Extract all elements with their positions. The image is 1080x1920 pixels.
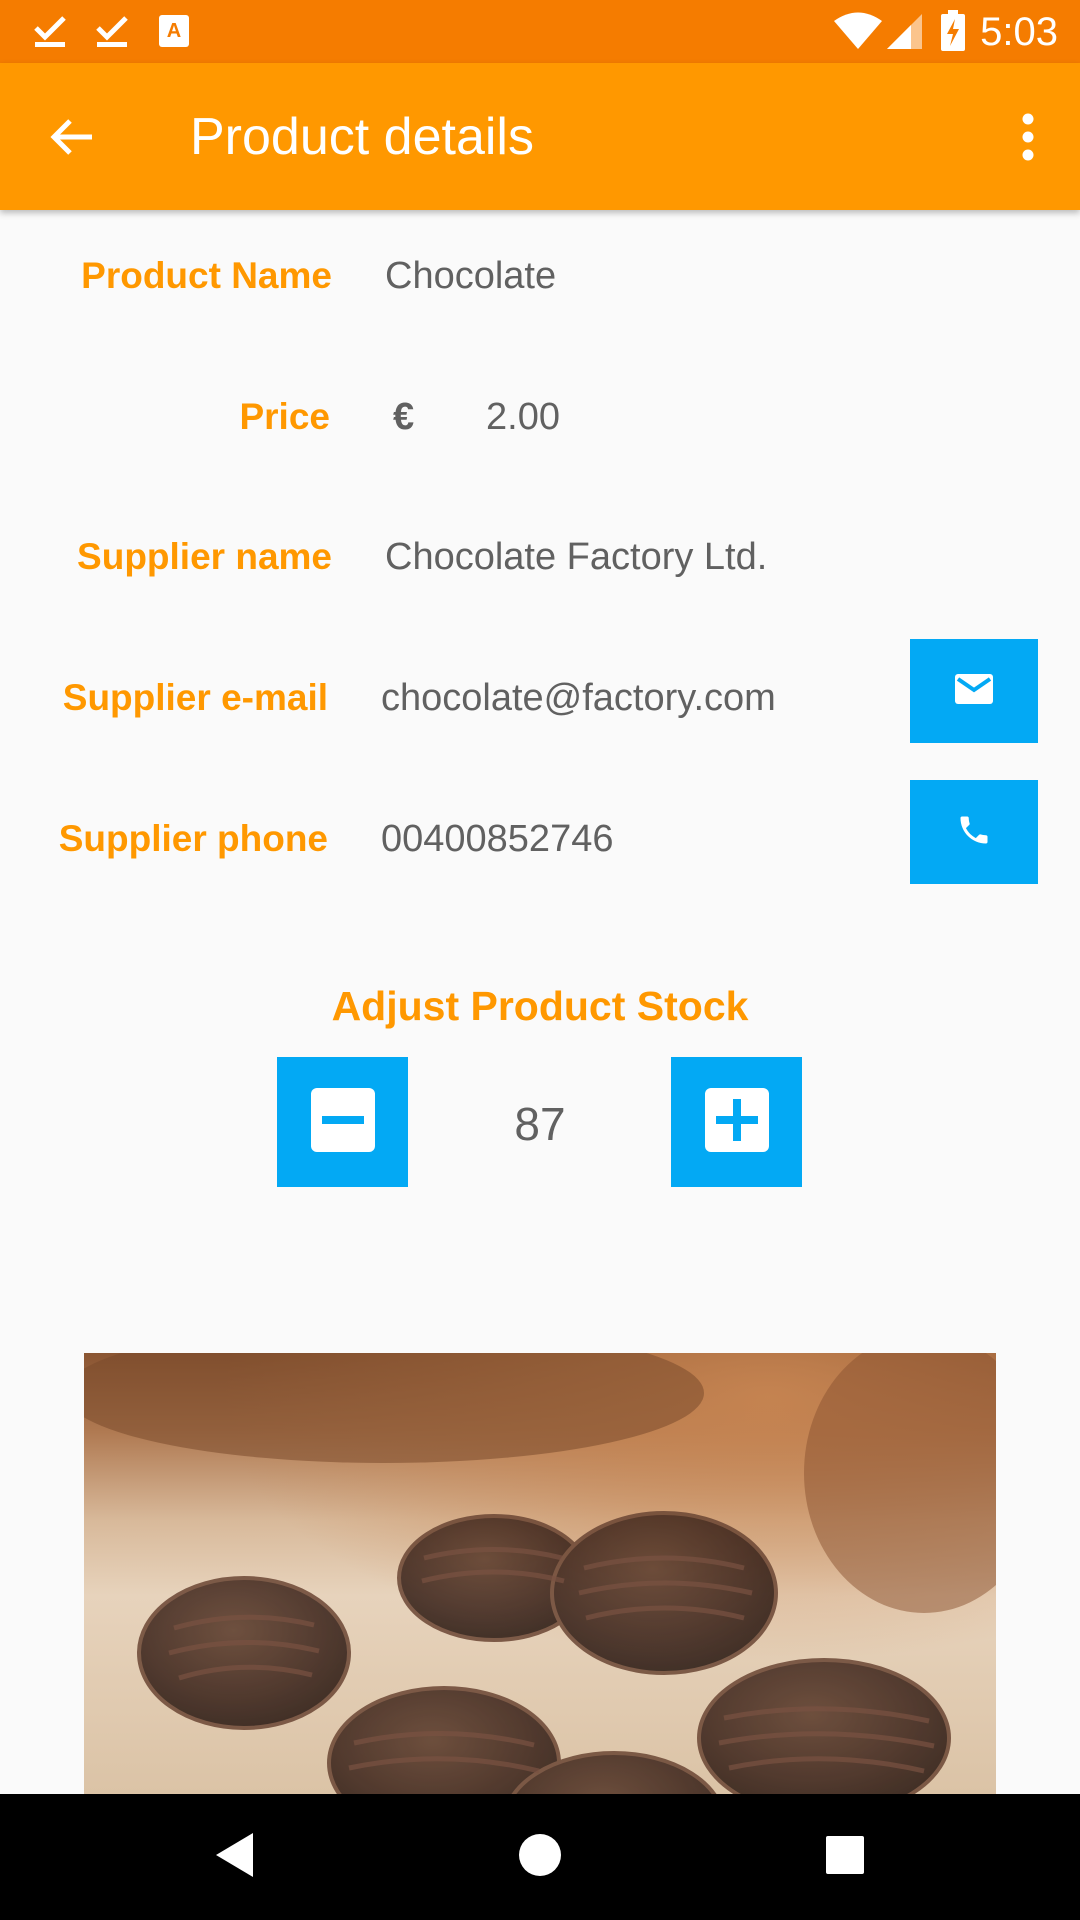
product-name-value: Chocolate <box>385 255 557 297</box>
decrease-stock-button[interactable] <box>277 1057 408 1187</box>
supplier-name-label: Supplier name <box>77 536 332 577</box>
email-icon <box>955 673 993 709</box>
call-supplier-button[interactable] <box>910 780 1038 884</box>
app-bar: Product details <box>0 63 1080 210</box>
phone-icon <box>956 812 992 853</box>
plus-box-icon <box>704 1087 769 1157</box>
supplier-phone-value: 00400852746 <box>381 818 614 860</box>
supplier-name-value: Chocolate Factory Ltd. <box>385 536 768 578</box>
more-vert-icon <box>1021 113 1035 166</box>
increase-stock-button[interactable] <box>671 1057 802 1187</box>
arrow-back-icon <box>48 113 96 166</box>
stock-section-title: Adjust Product Stock <box>331 983 749 1029</box>
product-image <box>84 1353 996 1794</box>
triangle-back-icon <box>213 1831 257 1884</box>
navigation-bar <box>0 1794 1080 1920</box>
square-recents-icon <box>825 1835 865 1880</box>
status-bar: A 5:03 <box>0 0 1080 63</box>
currency-symbol: € <box>393 396 415 438</box>
check-download-icon <box>92 10 132 52</box>
nav-recents-button[interactable] <box>810 1822 880 1892</box>
supplier-phone-label: Supplier phone <box>58 818 328 859</box>
signal-icon <box>884 10 924 52</box>
circle-home-icon <box>517 1832 563 1883</box>
page-title: Product details <box>190 108 534 166</box>
stock-quantity: 87 <box>514 1098 566 1150</box>
svg-text:A: A <box>167 20 181 42</box>
status-time: 5:03 <box>980 10 1058 54</box>
wifi-icon <box>832 10 884 52</box>
supplier-email-label: Supplier e-mail <box>62 677 328 718</box>
back-button[interactable] <box>36 103 108 175</box>
nav-home-button[interactable] <box>505 1822 575 1892</box>
email-supplier-button[interactable] <box>910 639 1038 743</box>
price-label: Price <box>239 396 330 437</box>
check-download-icon <box>30 10 70 52</box>
overflow-menu-button[interactable] <box>998 103 1058 175</box>
price-value: 2.00 <box>486 396 560 438</box>
nav-back-button[interactable] <box>200 1822 270 1892</box>
battery-charging-icon <box>938 10 968 52</box>
minus-box-icon <box>310 1087 375 1157</box>
product-name-label: Product Name <box>81 255 332 296</box>
supplier-email-value: chocolate@factory.com <box>381 677 776 719</box>
keyboard-a-icon: A <box>156 10 192 52</box>
